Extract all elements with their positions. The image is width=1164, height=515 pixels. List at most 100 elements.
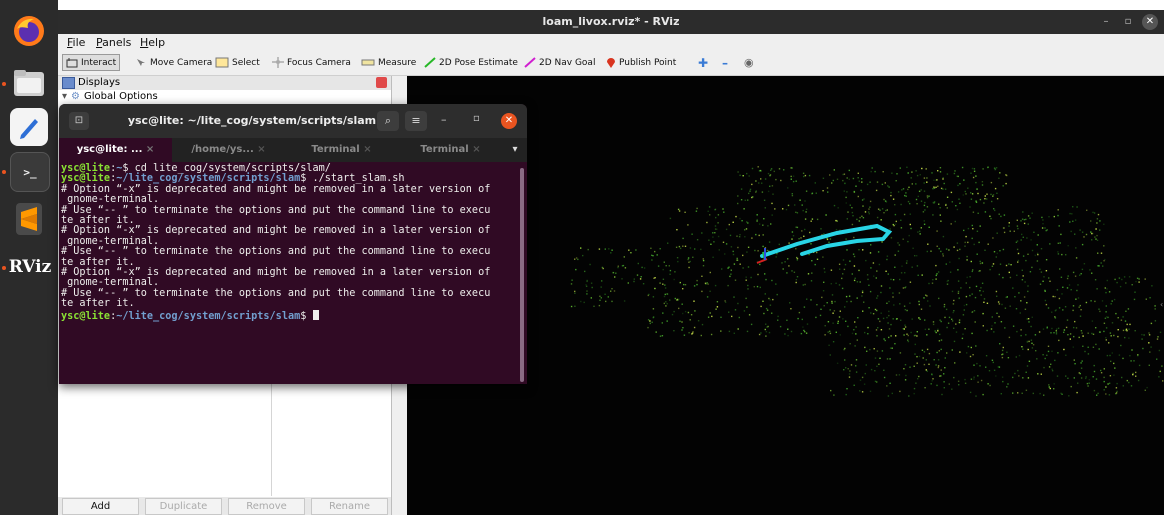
tab-4[interactable]: Terminal × [398,138,503,162]
cloud-point [792,180,795,183]
cloud-point [617,266,619,269]
cloud-point [832,322,834,324]
cloud-point [1043,366,1045,369]
cloud-point [1074,363,1076,365]
cloud-point [891,172,893,174]
cloud-point [823,267,825,270]
cloud-point [931,282,934,284]
text-editor-icon[interactable] [10,108,48,146]
terminal-icon[interactable]: >_ [10,152,50,192]
cloud-point [782,208,784,210]
menu-help[interactable]: Help [140,36,165,49]
close-icon[interactable]: ✕ [1142,14,1158,30]
tab-1[interactable]: ysc@lite: ... × [59,138,172,162]
cloud-point [831,294,834,296]
cloud-point [958,319,961,321]
cloud-point [663,302,665,305]
cloud-point [939,319,941,321]
cloud-point [926,195,929,197]
cloud-point [1143,334,1145,336]
interact-tool[interactable]: Interact [62,54,121,71]
cloud-point [1088,382,1090,384]
remove-button[interactable]: Remove [228,498,305,515]
cloud-point [1026,365,1029,367]
tab-2[interactable]: /home/ys... × [172,138,285,162]
files-icon[interactable] [10,64,48,102]
cloud-point [864,372,866,375]
cloud-point [846,191,848,193]
menu-file[interactable]: File [67,36,85,49]
terminal-output[interactable]: ysc@lite:~$ cd lite_cog/system/scripts/s… [61,163,517,382]
cloud-point [832,341,835,343]
cloud-point [758,333,761,336]
eye-icon[interactable]: ◉ [744,55,754,70]
menu-panels[interactable]: Panels [96,36,131,49]
global-options-row[interactable]: ▾ ⚙ Global Options [62,91,158,102]
publish-point-tool[interactable]: Publish Point [606,55,676,70]
hamburger-menu-icon[interactable]: ≡ [405,111,427,131]
panel-close-icon[interactable] [376,77,387,88]
cloud-point [753,286,755,288]
cloud-point [1072,220,1074,222]
cloud-point [887,185,889,187]
cloud-point [1081,243,1084,246]
move-camera-tool[interactable]: Move Camera [135,55,212,70]
cloud-point [955,331,958,333]
tabs-dropdown-icon[interactable]: ▾ [503,138,527,162]
add-button[interactable]: Add [62,498,139,515]
maximize-icon[interactable]: ▫ [1120,14,1136,30]
cloud-point [935,331,937,334]
search-icon[interactable]: ⌕ [377,111,399,131]
cloud-point [940,250,942,253]
rename-button[interactable]: Rename [311,498,388,515]
cloud-point [655,331,657,333]
panel-collapse-icon[interactable]: ‹ [1160,300,1163,309]
cloud-point [963,179,965,181]
cloud-point [883,212,885,214]
cloud-point [1075,327,1078,329]
cloud-point [833,204,836,207]
cloud-point [857,177,859,179]
focus-camera-tool[interactable]: Focus Camera [272,55,351,70]
cloud-point [762,224,764,226]
add-tool-icon[interactable]: ✚ [698,55,708,70]
cloud-point [738,236,741,238]
cloud-point [666,303,668,305]
maximize-icon[interactable]: ▫ [473,113,480,124]
rviz-icon[interactable]: RViz [6,248,54,286]
terminal-scrollbar[interactable] [520,168,524,382]
cloud-point [734,309,737,311]
cloud-point [740,199,743,201]
cloud-point [787,204,790,207]
cloud-point [807,273,810,275]
pose-estimate-tool[interactable]: 2D Pose Estimate [424,55,518,70]
minimize-icon[interactable]: – [1098,14,1114,30]
measure-tool[interactable]: Measure [361,55,416,70]
cloud-point [953,376,955,379]
displays-header: Displays [58,76,391,90]
cloud-point [1074,275,1077,277]
cloud-point [953,327,955,329]
firefox-icon[interactable] [10,12,48,50]
prompt-path: ~/lite_cog/system/scripts/slam [116,310,301,322]
cloud-point [832,312,834,314]
remove-tool-icon[interactable]: – [722,55,728,70]
cloud-point [571,279,573,281]
cloud-point [1081,332,1083,334]
cloud-point [586,280,588,283]
nav-goal-tool[interactable]: 2D Nav Goal [524,55,595,70]
cloud-point [808,253,810,256]
cloud-point [909,366,911,368]
duplicate-button[interactable]: Duplicate [145,498,222,515]
cloud-point [574,258,576,260]
cloud-point [879,357,881,359]
close-icon[interactable]: ✕ [501,113,517,129]
select-tool[interactable]: Select [215,55,260,70]
tab-3[interactable]: Terminal × [285,138,398,162]
cloud-point [921,167,923,170]
cloud-point [623,300,626,302]
minimize-icon[interactable]: – [441,113,447,126]
sublime-text-icon[interactable] [10,200,48,238]
cloud-point [922,211,925,213]
cloud-point [902,287,905,289]
